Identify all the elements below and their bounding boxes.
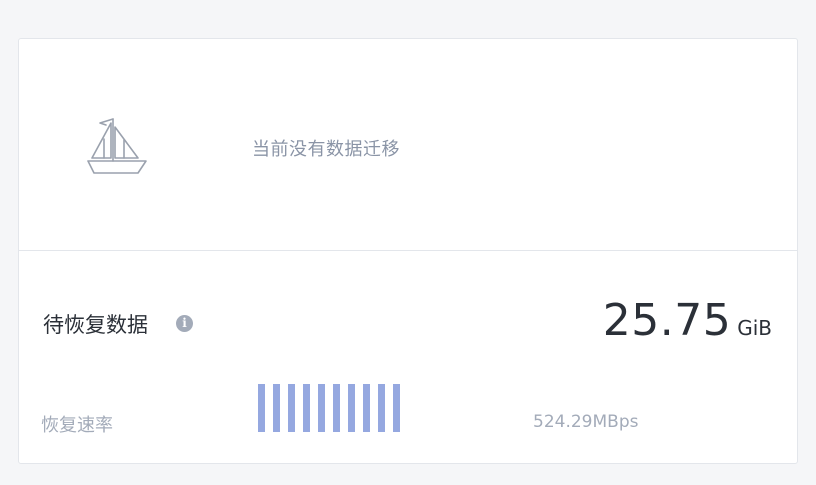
sailboat-icon (87, 118, 147, 174)
rate-bar (348, 384, 355, 432)
rate-bar (378, 384, 385, 432)
empty-migration-message: 当前没有数据迁移 (252, 139, 400, 160)
pending-recovery-value: 25.75 GiB (603, 295, 772, 346)
recovery-status-card: 当前没有数据迁移 待恢复数据 i 25.75 GiB 恢复速率 524.29MBp… (18, 38, 798, 464)
recovery-rate-bars (258, 384, 400, 432)
rate-bar (318, 384, 325, 432)
pending-recovery-number: 25.75 (602, 295, 732, 346)
recovery-rate-value: 524.29MBps (533, 412, 639, 432)
rate-bar (333, 384, 340, 432)
rate-bar (288, 384, 295, 432)
pending-recovery-unit: GiB (737, 316, 772, 340)
rate-bar (393, 384, 400, 432)
recovery-rate-label: 恢复速率 (41, 415, 113, 436)
rate-bar (303, 384, 310, 432)
info-icon[interactable]: i (176, 315, 193, 332)
rate-bar (363, 384, 370, 432)
rate-bar (273, 384, 280, 432)
data-migration-section: 当前没有数据迁移 (19, 39, 797, 251)
rate-bar (258, 384, 265, 432)
pending-recovery-title: 待恢复数据 (43, 313, 148, 337)
